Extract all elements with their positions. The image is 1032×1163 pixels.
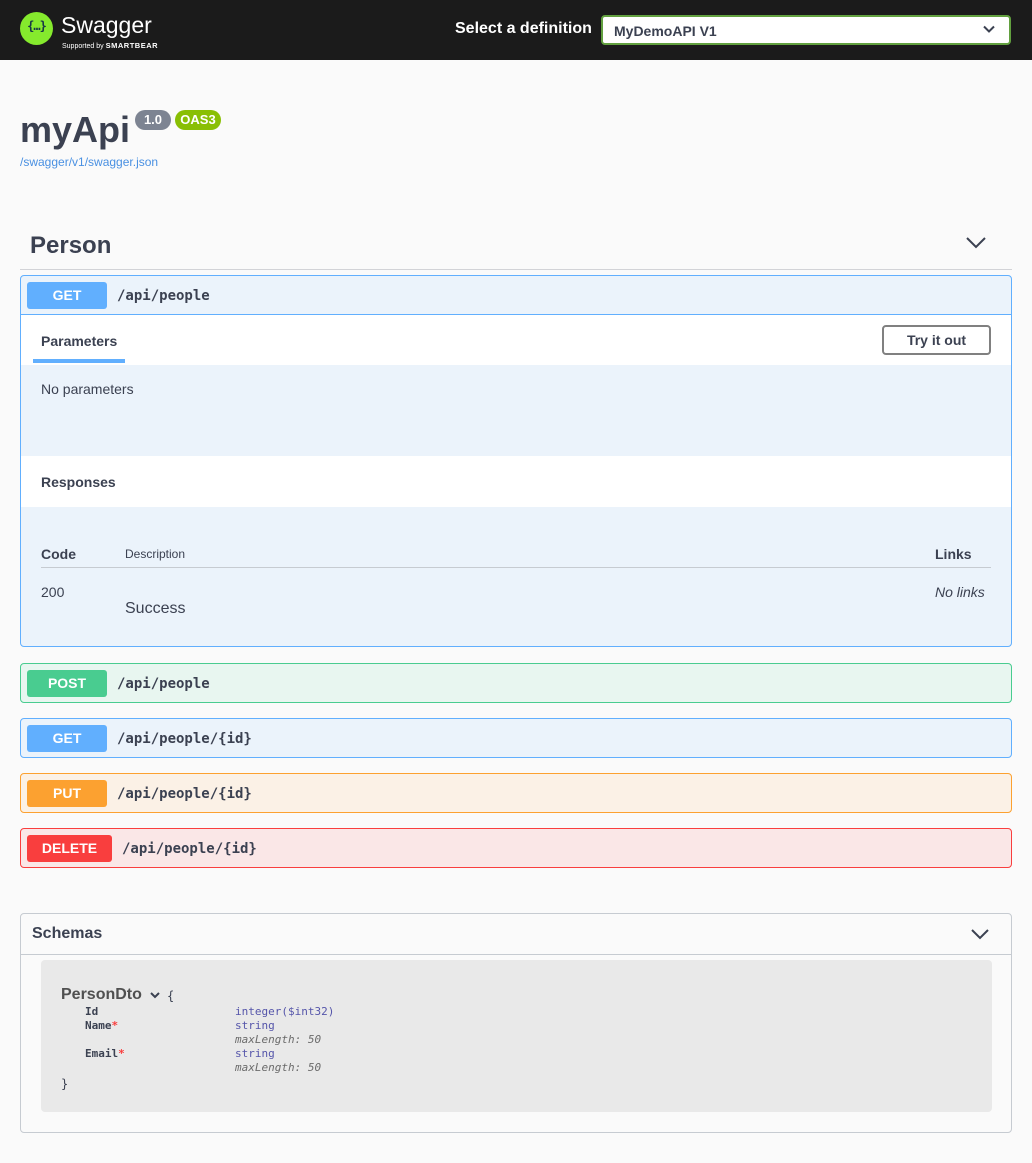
operation-delete-person[interactable]: DELETE /api/people/{id} (20, 828, 1012, 868)
swagger-logo-icon: {…} (20, 12, 53, 45)
logo-text: Swagger (61, 12, 152, 38)
open-brace: { (167, 989, 175, 1003)
operation-summary[interactable]: PUT /api/people/{id} (21, 774, 1011, 812)
col-code: Code (41, 546, 76, 562)
responses-header: Responses (21, 456, 1011, 507)
definition-select[interactable]: MyDemoAPI V1 (601, 15, 1011, 45)
schemas-title: Schemas (32, 925, 103, 942)
prop-name-type: string (235, 1019, 275, 1032)
parameters-header: Parameters Try it out (21, 315, 1011, 365)
chevron-down-icon[interactable] (150, 992, 160, 999)
prop-id-type: integer($int32) (235, 1005, 335, 1018)
prop-name-maxlength: maxLength: 50 (235, 1033, 322, 1046)
chevron-down-icon (983, 25, 995, 33)
top-bar: {…} Swagger Supported by SMARTBEAR Selec… (0, 0, 1032, 60)
operation-path: /api/people/{id} (117, 786, 252, 802)
operation-path: /api/people/{id} (117, 731, 252, 747)
operation-body: Parameters Try it out No parameters Resp… (21, 314, 1011, 617)
logo-subtext: Supported by SMARTBEAR (62, 41, 159, 50)
operation-path: /api/people/{id} (122, 841, 257, 857)
prop-id: Id (85, 1005, 99, 1018)
operation-get-people: GET /api/people Parameters Try it out No… (20, 275, 1012, 647)
required-marker: * (111, 1019, 119, 1032)
tab-parameters[interactable]: Parameters (41, 333, 117, 349)
prop-email: Email* (85, 1047, 125, 1060)
swagger-logo[interactable]: {…} Swagger Supported by SMARTBEAR (20, 11, 170, 51)
model-name[interactable]: PersonDto (61, 986, 142, 1004)
spec-link[interactable]: /swagger/v1/swagger.json (20, 155, 158, 169)
prop-email-maxlength: maxLength: 50 (235, 1061, 322, 1074)
required-marker: * (118, 1047, 125, 1060)
version-badge: 1.0 (135, 110, 171, 130)
divider (41, 567, 991, 568)
operation-summary[interactable]: DELETE /api/people/{id} (21, 829, 1011, 867)
no-parameters-text: No parameters (41, 381, 134, 397)
oas-badge: OAS3 (175, 110, 221, 130)
operation-put-person[interactable]: PUT /api/people/{id} (20, 773, 1012, 813)
chevron-down-icon[interactable] (971, 929, 989, 940)
api-title: myApi (20, 109, 131, 150)
chevron-down-icon[interactable] (966, 237, 986, 249)
operation-post-people[interactable]: POST /api/people (20, 663, 1012, 703)
operation-summary[interactable]: POST /api/people (21, 664, 1011, 702)
operation-get-person-by-id[interactable]: GET /api/people/{id} (20, 718, 1012, 758)
response-description: Success (125, 600, 186, 617)
prop-email-type: string (235, 1047, 275, 1060)
responses-title: Responses (41, 474, 116, 490)
definition-selected-value: MyDemoAPI V1 (614, 23, 717, 39)
tag-person[interactable]: Person (20, 225, 1012, 270)
operation-summary[interactable]: GET /api/people/{id} (21, 719, 1011, 757)
operation-path: /api/people (117, 288, 210, 304)
model-person-dto: PersonDto { Id integer($int32) Name* str… (41, 960, 992, 1112)
tab-underline (33, 359, 125, 363)
col-links: Links (935, 546, 972, 562)
response-code: 200 (41, 584, 65, 600)
operation-summary[interactable]: GET /api/people (21, 276, 1011, 314)
method-badge: GET (27, 282, 107, 309)
definition-label: Select a definition (455, 20, 592, 37)
tag-name: Person (30, 232, 112, 259)
method-badge: GET (27, 725, 107, 752)
schemas-section: Schemas PersonDto { Id integer($int32) N… (20, 913, 1012, 1133)
method-badge: POST (27, 670, 107, 697)
operation-path: /api/people (117, 676, 210, 692)
method-badge: PUT (27, 780, 107, 807)
prop-name: Name* (85, 1019, 119, 1032)
try-it-out-button[interactable]: Try it out (882, 325, 991, 355)
schemas-header[interactable]: Schemas (21, 914, 1011, 955)
col-description: Description (125, 547, 186, 561)
response-links: No links (935, 584, 985, 600)
close-brace: } (61, 1077, 69, 1091)
method-badge: DELETE (27, 835, 112, 862)
